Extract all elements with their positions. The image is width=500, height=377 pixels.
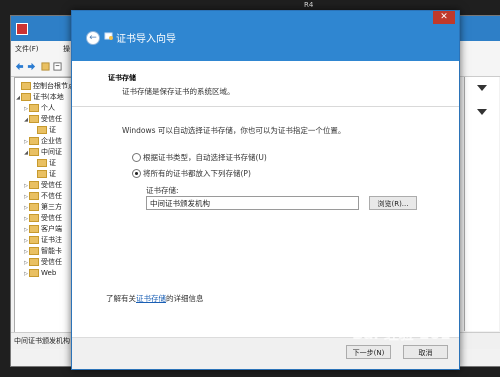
folder-icon (29, 214, 39, 222)
tree-item-label: 控制台根节点 (33, 82, 74, 90)
back-button[interactable]: ← (86, 31, 100, 45)
tree-item[interactable]: ▷ 客户端 (15, 224, 73, 234)
tree-item-label: 不信任 (41, 192, 62, 200)
tree-item-label: 中间证 (41, 148, 62, 156)
learn-more-suffix: 的详细信息 (166, 294, 204, 303)
certificate-store-field[interactable]: 中间证书颁发机构 (146, 196, 359, 210)
folder-icon (21, 93, 31, 101)
tree-item[interactable]: 证 (15, 125, 73, 135)
tree-item-label: 个人 (41, 104, 55, 112)
tree-item[interactable]: 控制台根节点 (15, 81, 74, 91)
tree-item[interactable]: ▷ 不信任 (15, 191, 73, 201)
folder-icon (29, 236, 39, 244)
status-text: 中间证书颁发机构 (14, 337, 70, 345)
learn-more-prefix: 了解有关 (106, 294, 136, 303)
radio-place-in-store[interactable] (132, 169, 141, 178)
tree-item[interactable]: 证 (15, 158, 73, 168)
folder-icon (29, 115, 39, 123)
tree-item-label: 智能卡 (41, 247, 62, 255)
tree-item[interactable]: ▷ Web (15, 268, 73, 278)
folder-icon (29, 225, 39, 233)
browse-button[interactable]: 浏览(R)... (369, 196, 417, 210)
tree-item-label: 证 (49, 126, 56, 134)
top-label: R4 (304, 1, 314, 9)
console-tree: 控制台根节点 ◢ 证书(本地 ▷ 个人 ◢ 受信任证 ▷ 企业信 ◢ 中间证证证 ▷ 受信任 ▷ 不信任 ▷ 第… (14, 77, 74, 333)
section-description: 证书存储是保存证书的系统区域。 (122, 87, 235, 96)
tree-item[interactable]: ▷ 受信任 (15, 257, 73, 267)
tree-item[interactable]: ▷ 智能卡 (15, 246, 73, 256)
tree-item-label: 受信任 (41, 115, 62, 123)
menu-action[interactable]: 操 (63, 44, 70, 54)
tree-item-label: 第三方 (41, 203, 62, 211)
back-arrow-icon[interactable] (15, 62, 24, 71)
folder-icon (29, 269, 39, 277)
folder-icon (29, 247, 39, 255)
tree-item-label: 企业信 (41, 137, 62, 145)
actions-expand-icon[interactable] (477, 85, 487, 91)
watermark: Bai 经验 201 (352, 325, 451, 343)
actions-pane (464, 77, 499, 331)
folder-icon (29, 258, 39, 266)
folder-icon (21, 82, 31, 90)
tree-item-label: 证 (49, 159, 56, 167)
folder-icon (37, 170, 47, 178)
tree-item[interactable]: ▷ 受信任 (15, 213, 73, 223)
tree-item[interactable]: ◢ 中间证 (15, 147, 73, 157)
radio-place-in-store-label[interactable]: 将所有的证书都放入下列存储(P) (143, 168, 251, 179)
radio-auto-select-label[interactable]: 根据证书类型，自动选择证书存储(U) (143, 152, 267, 163)
tree-item-label: 证书注 (41, 236, 62, 244)
mmc-app-icon (16, 23, 28, 35)
tree-item[interactable]: ▷ 第三方 (15, 202, 73, 212)
next-button[interactable]: 下一步(N) (346, 345, 391, 359)
properties-icon[interactable] (53, 62, 62, 71)
tree-item[interactable]: ◢ 受信任 (15, 114, 73, 124)
cancel-button[interactable]: 取消 (403, 345, 448, 359)
learn-more-text: 了解有关证书存储的详细信息 (106, 293, 204, 304)
tree-item-label: Web (41, 269, 57, 277)
body-text: Windows 可以自动选择证书存储，你也可以为证书指定一个位置。 (122, 126, 346, 135)
tree-item-label: 受信任 (41, 258, 62, 266)
tree-item-label: 证书(本地 (33, 93, 64, 101)
certificate-import-wizard: ✕ ← 证书导入向导 证书存储 证书存储是保存证书的系统区域。 Windows … (71, 10, 460, 370)
tree-item[interactable]: ▷ 证书注 (15, 235, 73, 245)
actions-expand-icon[interactable] (477, 109, 487, 115)
tree-item[interactable]: ▷ 受信任 (15, 180, 73, 190)
radio-auto-select[interactable] (132, 153, 141, 162)
forward-arrow-icon[interactable] (27, 62, 36, 71)
tree-item[interactable]: ▷ 个人 (15, 103, 73, 113)
tree-item[interactable]: 证 (15, 169, 73, 179)
wizard-title: 证书导入向导 (116, 34, 176, 45)
tree-item[interactable]: ◢ 证书(本地 (15, 92, 73, 102)
folder-icon (37, 126, 47, 134)
header-band (72, 61, 459, 107)
folder-icon (29, 181, 39, 189)
folder-icon (29, 148, 39, 156)
tree-item-label: 受信任 (41, 214, 62, 222)
menu-file[interactable]: 文件(F) (15, 44, 39, 54)
folder-icon (29, 104, 39, 112)
tree-item[interactable]: ▷ 企业信 (15, 136, 73, 146)
close-button[interactable]: ✕ (433, 11, 455, 24)
section-title: 证书存储 (108, 74, 136, 82)
folder-icon (37, 159, 47, 167)
console-tree-icon[interactable] (41, 62, 50, 71)
folder-icon (29, 137, 39, 145)
folder-icon (29, 192, 39, 200)
learn-more-link[interactable]: 证书存储 (136, 294, 166, 303)
folder-icon (29, 203, 39, 211)
tree-item-label: 证 (49, 170, 56, 178)
tree-item-label: 客户端 (41, 225, 62, 233)
certificate-store-label: 证书存储: (146, 186, 179, 195)
tree-item-label: 受信任 (41, 181, 62, 189)
certificate-icon (104, 32, 113, 40)
